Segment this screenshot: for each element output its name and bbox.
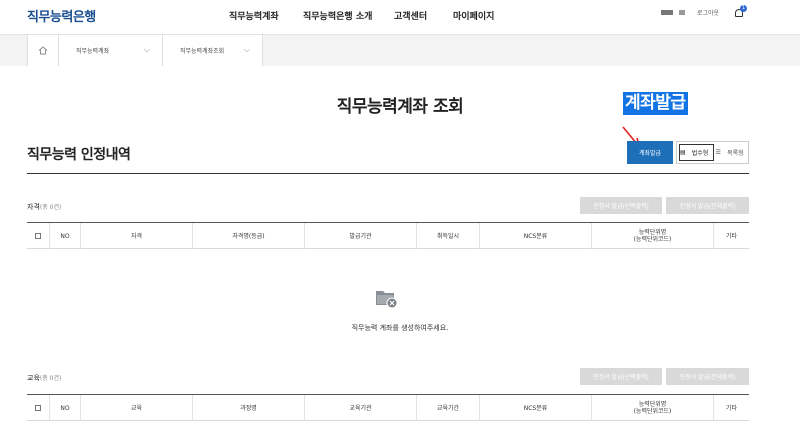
annotation-label: 계좌발급 <box>623 92 688 115</box>
empty-folder-icon <box>376 291 398 309</box>
breadcrumb-item-inquiry[interactable]: 직무능력계좌조회 ⌵ <box>163 35 263 66</box>
view-option-card[interactable]: ▤ 법수형 <box>679 144 714 161</box>
issue-account-button[interactable]: 계좌발급 <box>627 141 673 164</box>
education-print-selected-button[interactable]: 인정서 발급(선택출력) <box>580 368 662 385</box>
menu-bar-icon[interactable] <box>661 9 673 15</box>
breadcrumb: 직무능력계좌 ⌵ 직무능력계좌조회 ⌵ <box>0 34 800 66</box>
qualification-table-header: NO 자격 자격명(등급) 발급기관 취득일시 NCS분류 능력단위명 (능력단… <box>27 222 749 249</box>
education-print-all-button[interactable]: 인정서 발급(전체출력) <box>666 368 749 385</box>
column-header: 교육기관 <box>304 395 416 421</box>
breadcrumb-item-account[interactable]: 직무능력계좌 ⌵ <box>59 35 163 66</box>
select-all-checkbox-cell <box>27 395 49 421</box>
menu-bar-icon[interactable] <box>679 9 685 15</box>
utility-menu: 로그아웃 1 <box>661 5 748 18</box>
column-header: 교육 <box>80 395 192 421</box>
qualification-title: 자격(총 0건) <box>27 203 62 211</box>
empty-message: 직무능력 계좌를 생성하여주세요. <box>351 324 449 332</box>
section-divider <box>27 173 749 174</box>
column-header: NCS분류 <box>479 223 591 249</box>
column-header: 자격명(등급) <box>192 223 304 249</box>
education-title: 교육(총 0건) <box>27 374 62 382</box>
education-count: (총 0건) <box>39 375 62 382</box>
qualification-print-all-button[interactable]: 인정서 발급(전체출력) <box>666 197 749 214</box>
column-header: 기타 <box>713 223 749 249</box>
view-toggle: ▤ 법수형 ☰ 목록형 <box>676 141 749 164</box>
column-header: NCS분류 <box>479 395 591 421</box>
column-header: 자격 <box>80 223 192 249</box>
column-header: 교육기간 <box>416 395 479 421</box>
notification-badge: 1 <box>740 5 748 12</box>
column-header: NO <box>49 395 80 421</box>
breadcrumb-label: 직무능력계좌조회 <box>180 48 225 55</box>
section-title: 직무능력 인정내역 <box>27 147 131 163</box>
header: 직무능력은행 직무능력계좌 직무능력은행 소개 고객센터 마이페이지 로그아웃 … <box>0 0 800 34</box>
home-icon[interactable] <box>27 35 59 66</box>
column-header: NO <box>49 223 80 249</box>
select-all-checkbox[interactable] <box>35 405 41 411</box>
qualification-count: (총 0건) <box>39 204 62 211</box>
main-nav: 직무능력계좌 직무능력은행 소개 고객센터 마이페이지 <box>229 9 513 22</box>
chevron-down-icon: ⌵ <box>243 45 250 54</box>
column-header: 능력단위명 (능력단위코드) <box>591 395 713 421</box>
column-header: 취득일시 <box>416 223 479 249</box>
breadcrumb-label: 직무능력계좌 <box>76 48 110 55</box>
notification-icon[interactable]: 1 <box>733 5 748 18</box>
column-header: 발급기관 <box>304 223 416 249</box>
education-table-header: NO 교육 과정명 교육기관 교육기간 NCS분류 능력단위명 (능력단위코드)… <box>27 394 749 421</box>
qualification-print-selected-button[interactable]: 인정서 발급(선택출력) <box>580 197 662 214</box>
view-option-list[interactable]: ☰ 목록형 <box>716 142 749 163</box>
chevron-down-icon: ⌵ <box>143 45 150 54</box>
site-logo[interactable]: 직무능력은행 <box>27 6 96 25</box>
column-header: 과정명 <box>192 395 304 421</box>
column-header: 능력단위명 (능력단위코드) <box>591 223 713 249</box>
nav-item-mypage[interactable]: 마이페이지 <box>453 9 513 22</box>
column-header: 기타 <box>713 395 749 421</box>
nav-item-about[interactable]: 직무능력은행 소개 <box>303 9 394 22</box>
select-all-checkbox-cell <box>27 223 49 249</box>
nav-item-support[interactable]: 고객센터 <box>394 9 453 22</box>
nav-item-account[interactable]: 직무능력계좌 <box>229 9 303 22</box>
select-all-checkbox[interactable] <box>35 233 41 239</box>
logout-link[interactable]: 로그아웃 <box>697 8 719 17</box>
